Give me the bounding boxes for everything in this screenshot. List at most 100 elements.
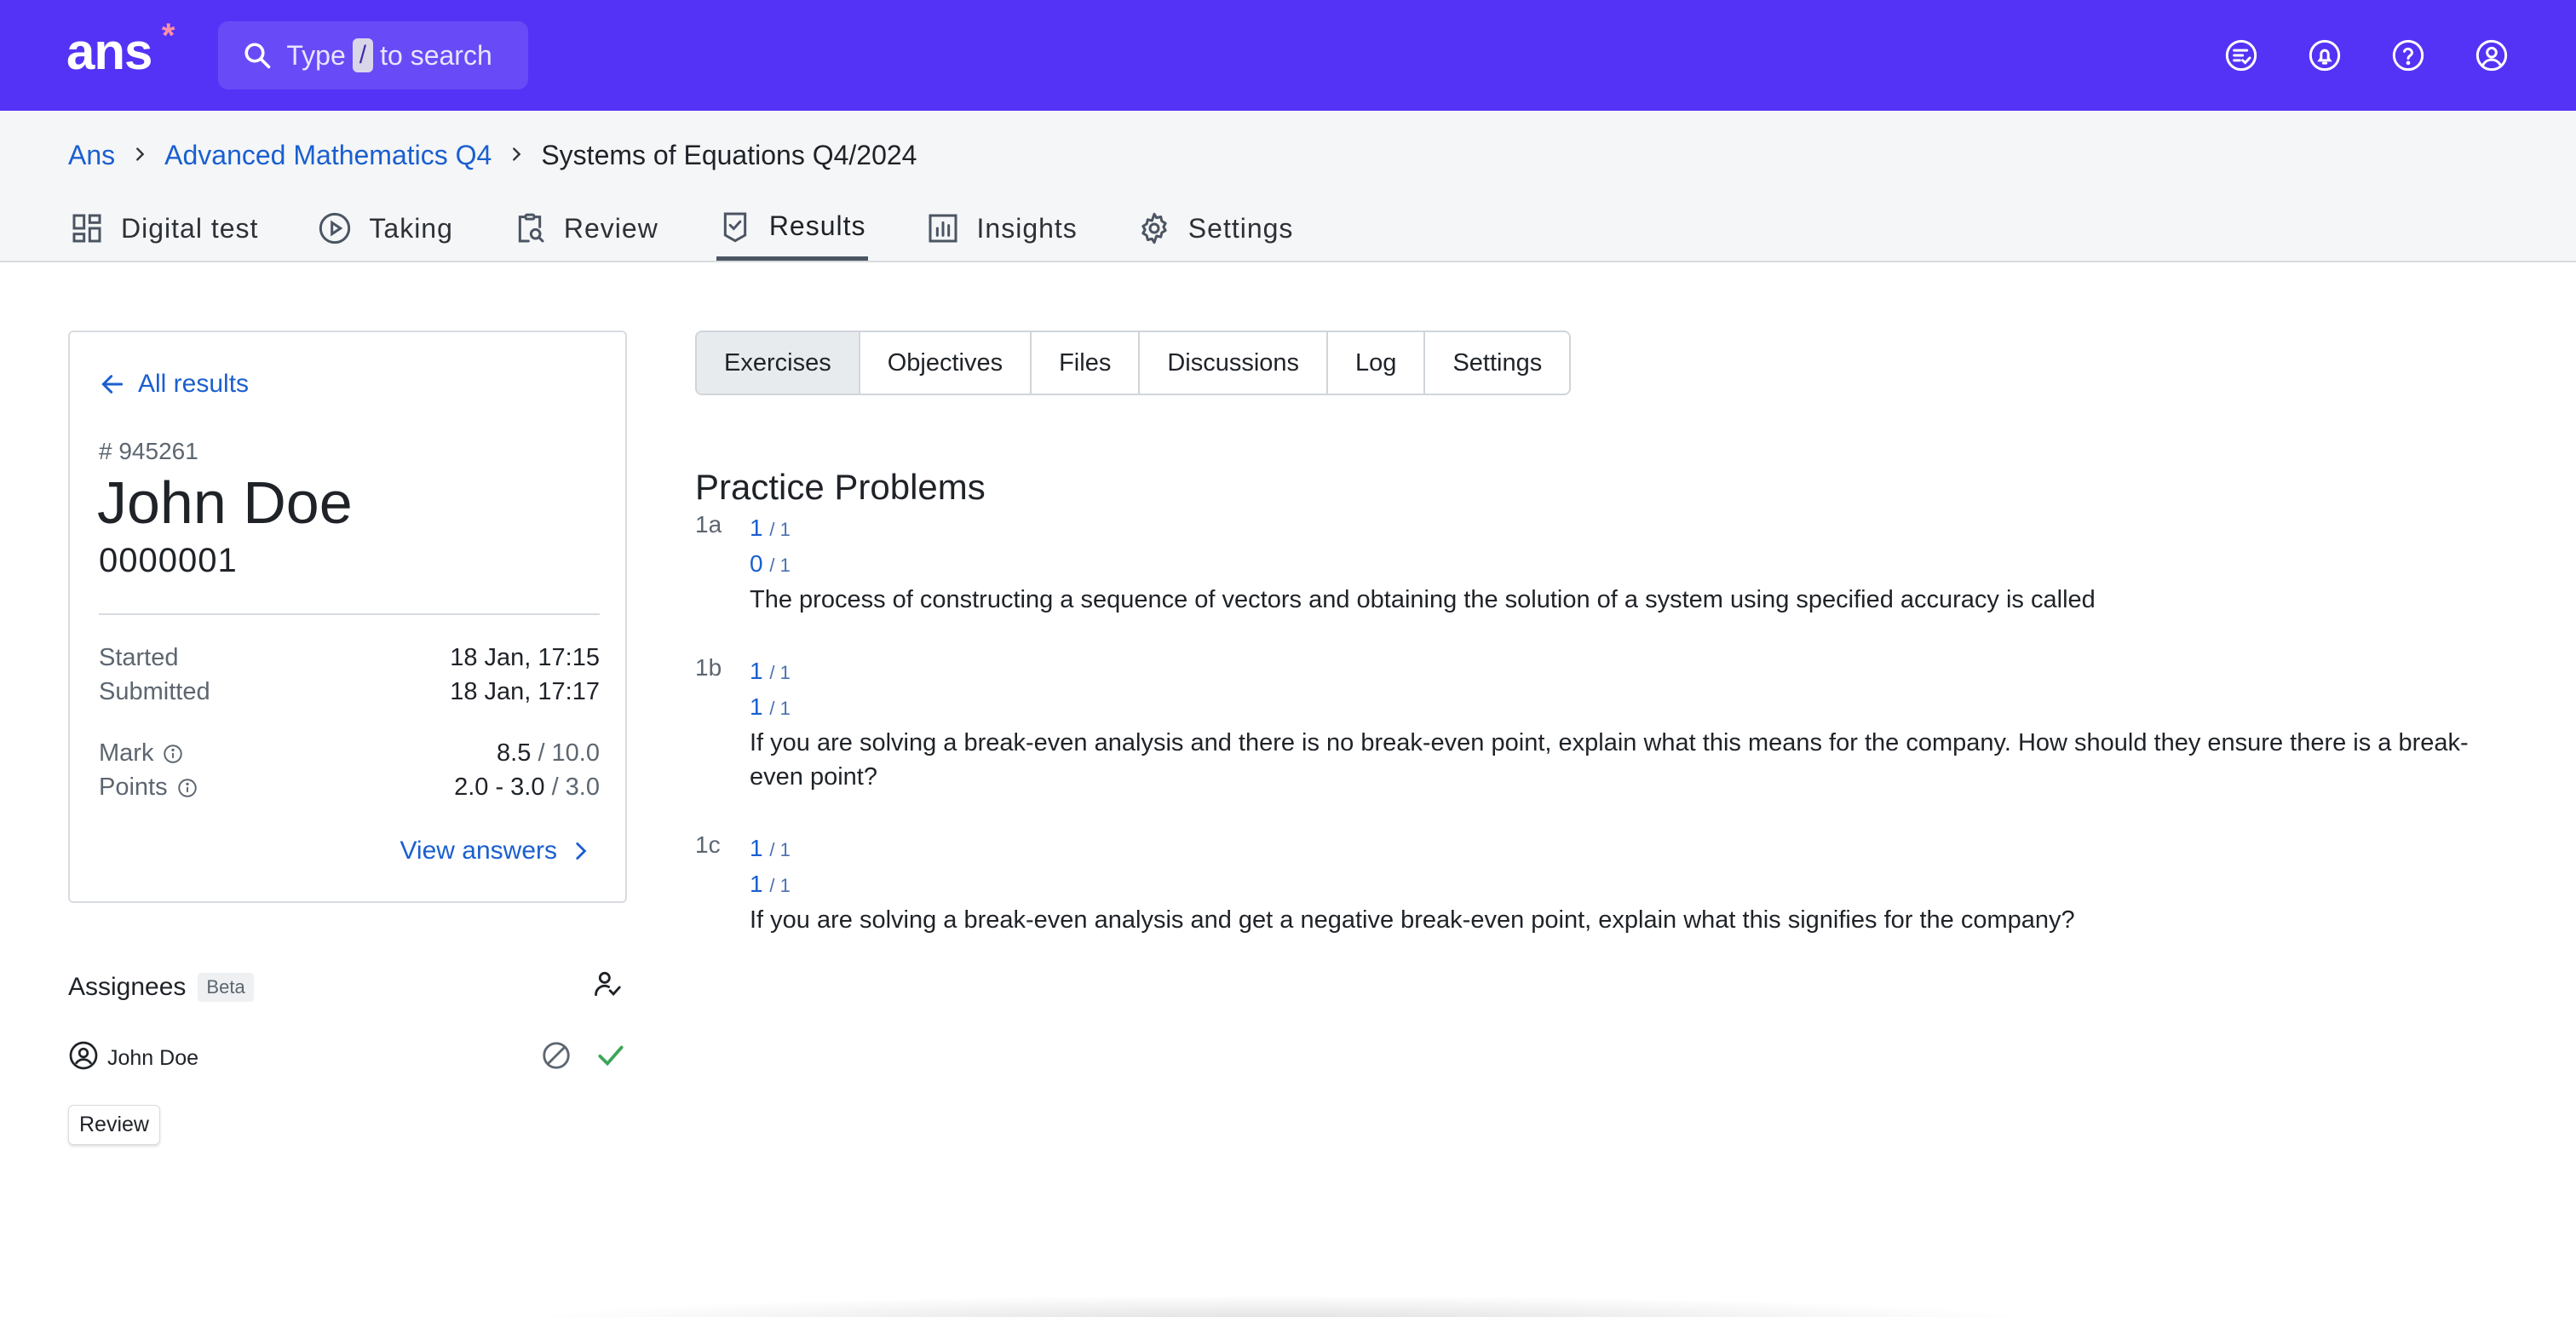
- started-value: 18 Jan, 17:15: [450, 644, 600, 671]
- score-value: 0: [750, 550, 763, 577]
- search-shortcut-key: /: [352, 38, 374, 72]
- subtab-settings[interactable]: Settings: [1425, 332, 1570, 394]
- breadcrumb-current: Systems of Equations Q4/2024: [541, 140, 917, 170]
- exercise-score[interactable]: 1 / 1: [750, 867, 2493, 903]
- exercise-item[interactable]: 1b 1 / 1 1 / 1 If you are solving a brea…: [695, 654, 2493, 794]
- mark-value: 8.5 / 10.0: [497, 739, 600, 768]
- submitted-label: Submitted: [99, 678, 210, 705]
- mark-row: Mark 8.5 / 10.0: [99, 739, 600, 768]
- tab-insights[interactable]: Insights: [924, 196, 1079, 261]
- logo-mark: *: [161, 16, 175, 55]
- search-icon: [244, 43, 271, 69]
- arrow-left-icon: [101, 375, 124, 394]
- submitted-value: 18 Jan, 17:17: [450, 678, 600, 705]
- info-icon[interactable]: [162, 743, 184, 765]
- started-row: Started 18 Jan, 17:15: [99, 644, 600, 672]
- exercise-question: The process of constructing a sequence o…: [750, 586, 2096, 613]
- exercise-item[interactable]: 1c 1 / 1 1 / 1 If you are solving a brea…: [695, 831, 2493, 937]
- task-list-icon[interactable]: [2223, 37, 2259, 73]
- exercise-number: 1b: [695, 654, 722, 681]
- points-value: 2.0 - 3.0 / 3.0: [454, 774, 600, 802]
- mark-out-of: / 10.0: [538, 739, 600, 767]
- mark-label: Mark: [99, 739, 184, 768]
- exercise-score[interactable]: 0 / 1: [750, 547, 2493, 583]
- score-value: 1: [750, 871, 763, 897]
- tab-label: Settings: [1187, 212, 1294, 244]
- app-logo[interactable]: ans *: [66, 17, 175, 81]
- tab-taking[interactable]: Taking: [316, 196, 455, 261]
- help-icon[interactable]: [2390, 37, 2426, 73]
- search-placeholder-post: to search: [380, 39, 492, 71]
- chevron-right-icon: [507, 141, 526, 170]
- points-score: 2.0 - 3.0: [454, 774, 545, 801]
- play-circle-icon: [319, 212, 351, 244]
- tab-label: Taking: [369, 212, 453, 244]
- exercise-score[interactable]: 1 / 1: [750, 831, 2493, 867]
- review-button[interactable]: Review: [68, 1105, 160, 1145]
- page-header: Ans Advanced Mathematics Q4 Systems of E…: [0, 111, 2576, 262]
- view-answers-label: View answers: [400, 837, 557, 865]
- view-answers-link[interactable]: View answers: [400, 837, 591, 866]
- score-max: / 1: [769, 555, 791, 576]
- exercise-item[interactable]: 1a 1 / 1 0 / 1 The process of constructi…: [695, 511, 2493, 617]
- exercise-score[interactable]: 1 / 1: [750, 690, 2493, 726]
- subtab-objectives[interactable]: Objectives: [860, 332, 1032, 394]
- score-max: / 1: [769, 839, 791, 860]
- mark-label-text: Mark: [99, 739, 154, 767]
- tab-label: Review: [563, 212, 658, 244]
- grid-icon: [72, 214, 101, 243]
- points-label: Points: [99, 774, 198, 802]
- breadcrumb-course[interactable]: Advanced Mathematics Q4: [164, 140, 492, 171]
- result-id: # 945261: [99, 438, 198, 464]
- tab-label: Insights: [976, 212, 1078, 244]
- subtab-files[interactable]: Files: [1032, 332, 1141, 394]
- result-subtabs: Exercises Objectives Files Discussions L…: [695, 331, 1572, 395]
- all-results-link[interactable]: All results: [99, 370, 249, 399]
- score-value: 1: [750, 693, 763, 720]
- tab-digital-test[interactable]: Digital test: [68, 196, 260, 261]
- score-value: 1: [750, 835, 763, 861]
- block-icon[interactable]: [540, 1039, 572, 1078]
- user-circle-icon: [68, 1040, 99, 1077]
- assignees-title: Assignees: [68, 973, 187, 1001]
- search-placeholder-pre: Type: [286, 39, 346, 71]
- bell-icon[interactable]: [2307, 37, 2343, 73]
- breadcrumb-ans[interactable]: Ans: [68, 140, 115, 171]
- window-shadow: [511, 1295, 2044, 1317]
- assignee-row: John Doe: [68, 1039, 627, 1078]
- info-icon[interactable]: [176, 777, 198, 799]
- candidate-number: 0000001: [99, 542, 238, 579]
- started-label: Started: [99, 644, 179, 671]
- divider: [99, 613, 600, 615]
- search-input[interactable]: Type / to search: [218, 21, 529, 89]
- score-max: / 1: [769, 698, 791, 719]
- check-icon[interactable]: [595, 1039, 627, 1078]
- score-value: 1: [750, 658, 763, 684]
- clipboard-search-icon: [518, 213, 544, 243]
- assign-user-icon[interactable]: [591, 968, 624, 1007]
- bar-chart-icon: [929, 214, 957, 243]
- tab-review[interactable]: Review: [511, 196, 660, 261]
- main-tabs: Digital test Taking Review Results Insig…: [68, 196, 1351, 262]
- exercise-question: If you are solving a break-even analysis…: [750, 906, 2075, 934]
- exercise-score[interactable]: 1 / 1: [750, 511, 2493, 547]
- score-max: / 1: [769, 875, 791, 896]
- tab-label: Results: [768, 210, 866, 241]
- breadcrumb: Ans Advanced Mathematics Q4 Systems of E…: [68, 140, 917, 171]
- points-row: Points 2.0 - 3.0 / 3.0: [99, 774, 600, 802]
- account-icon[interactable]: [2474, 37, 2510, 73]
- points-label-text: Points: [99, 774, 168, 801]
- exercise-score[interactable]: 1 / 1: [750, 654, 2493, 690]
- exercise-number: 1a: [695, 511, 722, 538]
- subtab-exercises[interactable]: Exercises: [697, 332, 860, 394]
- assignees-panel: Assignees Beta John Doe Review: [68, 968, 627, 1145]
- tab-settings[interactable]: Settings: [1136, 196, 1296, 261]
- subtab-log[interactable]: Log: [1328, 332, 1426, 394]
- subtab-discussions[interactable]: Discussions: [1140, 332, 1329, 394]
- submitted-row: Submitted 18 Jan, 17:17: [99, 678, 600, 706]
- score-max: / 1: [769, 662, 791, 683]
- score-max: / 1: [769, 519, 791, 540]
- tab-results[interactable]: Results: [716, 196, 868, 261]
- chevron-right-icon: [576, 842, 587, 860]
- result-card: All results # 945261 John Doe 0000001 St…: [68, 331, 627, 903]
